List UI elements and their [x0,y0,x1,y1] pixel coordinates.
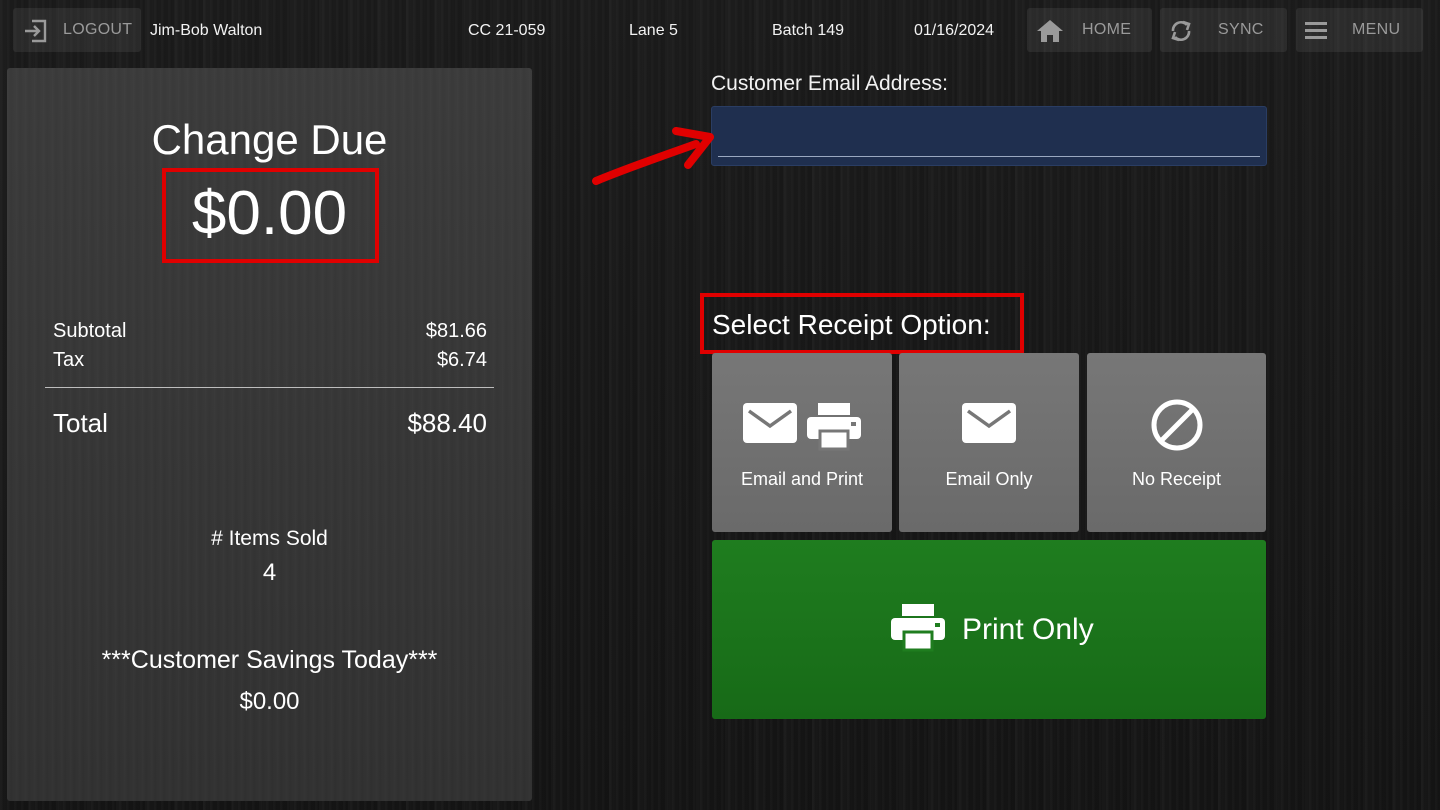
email-and-print-label: Email and Print [740,469,864,489]
current-date: 01/16/2024 [914,22,995,39]
sync-button[interactable]: SYNC [1160,8,1287,52]
annotation-arrow-icon [592,127,714,185]
email-field[interactable] [718,117,1260,157]
home-label: HOME [1082,21,1132,38]
email-only-icons [899,401,1079,445]
printer-icon [807,403,861,451]
batch-number: Batch 149 [772,22,845,39]
customer-savings-label: ***Customer Savings Today*** [101,646,438,674]
sync-label: SYNC [1218,21,1264,38]
tax-value: $6.74 [436,349,487,371]
total-label: Total [53,408,108,438]
tax-label: Tax [53,349,85,371]
email-and-print-button[interactable]: Email and Print [712,353,892,532]
receipt-option-title: Select Receipt Option: [712,309,991,340]
items-sold-label: # Items Sold [211,527,328,550]
menu-button[interactable]: MENU [1296,8,1423,52]
customer-savings-value: $0.00 [239,688,300,715]
summary-divider [45,387,494,388]
total-value: $88.40 [407,408,487,438]
no-symbol-icon [1151,399,1202,451]
no-receipt-label: No Receipt [1131,469,1222,489]
logout-icon [23,18,49,44]
menu-label: MENU [1352,21,1401,38]
change-due-amount: $0.00 [191,179,348,248]
menu-icon [1302,19,1330,41]
print-only-label: Print Only [962,613,1094,646]
transaction-summary-panel: Change Due $0.00 Subtotal $81.66 Tax $6.… [7,68,532,801]
email-only-button[interactable]: Email Only [899,353,1079,532]
no-receipt-button[interactable]: No Receipt [1087,353,1266,532]
home-icon [1033,18,1067,44]
lane-number: Lane 5 [629,22,678,39]
change-due-title: Change Due [151,116,388,163]
email-only-label: Email Only [945,469,1033,489]
print-only-button[interactable]: Print Only [712,540,1266,719]
top-bar: LOGOUT Jim-Bob Walton CC 21-059 Lane 5 B… [0,0,1440,64]
email-and-print-icons [712,401,892,451]
register-id: CC 21-059 [468,22,546,39]
subtotal-label: Subtotal [53,320,127,342]
subtotal-value: $81.66 [425,320,487,342]
email-field-container [711,106,1267,166]
printer-icon [890,602,946,659]
envelope-icon [962,403,1016,443]
logout-button[interactable]: LOGOUT [13,8,141,52]
no-receipt-icons [1087,399,1266,453]
logout-label: LOGOUT [63,21,133,38]
envelope-icon [743,403,797,443]
sync-icon [1168,18,1194,44]
cashier-name: Jim-Bob Walton [150,22,263,39]
home-button[interactable]: HOME [1027,8,1152,52]
email-label: Customer Email Address: [711,72,948,95]
items-sold-value: 4 [262,559,277,586]
